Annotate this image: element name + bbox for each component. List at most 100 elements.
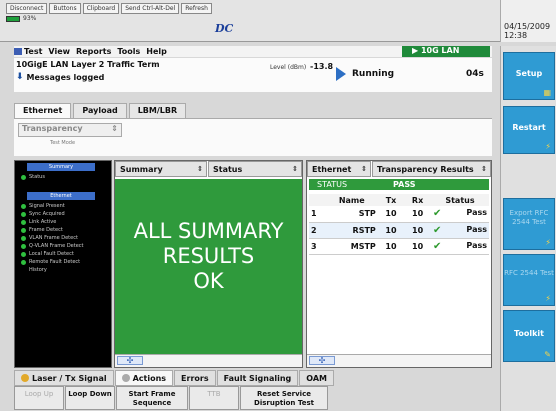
- start-frame-sequence-button[interactable]: Start Frame Sequence: [116, 386, 188, 410]
- row-rx: 10: [404, 222, 431, 239]
- table-row: 1 STP 10 10 ✔ Pass: [309, 206, 489, 223]
- export-label: Export RFC 2544 Test: [509, 209, 549, 226]
- tab-errors[interactable]: Errors: [174, 370, 216, 386]
- clipboard-button[interactable]: Clipboard: [82, 3, 120, 14]
- column-header-tx: Tx: [377, 194, 405, 206]
- test-mode-value: Transparency: [22, 124, 83, 133]
- scrollbar[interactable]: ✣: [307, 354, 491, 367]
- app-icon: [14, 48, 22, 55]
- buttons-button[interactable]: Buttons: [49, 3, 81, 14]
- summary-category-select[interactable]: Status ⇕: [208, 161, 302, 177]
- tab-ethernet[interactable]: Ethernet: [14, 103, 72, 118]
- table-header-row: Name Tx Rx Status: [309, 194, 489, 206]
- row-index: 3: [309, 238, 326, 255]
- status-led-label: Status: [29, 174, 45, 180]
- results-panel: Ethernet ⇕ Transparency Results ⇕ STATUS…: [306, 160, 492, 368]
- export-rfc2544-button[interactable]: Export RFC 2544 Test ⚡: [503, 198, 555, 250]
- setup-button[interactable]: Setup ▦: [503, 52, 555, 100]
- check-icon: ✔: [432, 240, 442, 252]
- led-row: Signal Present: [21, 203, 65, 209]
- send-ctrl-alt-del-button[interactable]: Send Ctrl-Alt-Del: [121, 3, 180, 14]
- led-row: Local Fault Detect: [21, 251, 74, 257]
- tab-lbm-lbr[interactable]: LBM/LBR: [128, 103, 187, 118]
- loop-up-button[interactable]: Loop Up: [14, 386, 64, 410]
- menu-reports[interactable]: Reports: [76, 47, 111, 56]
- rfc2544-test-button[interactable]: RFC 2544 Test ⚡: [503, 254, 555, 306]
- summary-group-select[interactable]: Summary ⇕: [115, 161, 207, 177]
- toolkit-button[interactable]: Toolkit ✎: [503, 310, 555, 362]
- scrollbar[interactable]: ✣: [115, 354, 302, 367]
- scroll-arrows-icon[interactable]: ✣: [117, 356, 143, 365]
- rfc-label: RFC 2544 Test: [504, 269, 554, 277]
- led-label: Sync Acquired: [29, 211, 65, 217]
- level-label: Level (dBm): [270, 64, 307, 71]
- interface-badge: ▶ 10G LAN: [402, 46, 490, 57]
- battery-level: 93%: [23, 15, 37, 22]
- tab-actions[interactable]: Actions: [114, 370, 174, 386]
- scroll-arrows-icon[interactable]: ✣: [309, 356, 335, 365]
- table-row: 3 MSTP 10 10 ✔ Pass: [309, 238, 489, 255]
- lightning-icon: ⚡: [545, 294, 551, 303]
- row-index: 1: [309, 206, 326, 223]
- tab-fault-signaling[interactable]: Fault Signaling: [216, 370, 299, 386]
- messages-log[interactable]: ⬇ Messages logged: [16, 72, 104, 82]
- row-status-label: Pass: [466, 224, 487, 234]
- test-title: 10GigE LAN Layer 2 Traffic Term: [16, 60, 160, 69]
- led-icon: [21, 259, 26, 265]
- results-group-value: Ethernet: [312, 165, 352, 174]
- row-name: STP: [325, 206, 378, 223]
- run-status: Running: [352, 69, 395, 79]
- status-led-row: Status: [21, 174, 45, 180]
- run-arrow-icon: [336, 67, 346, 81]
- ethernet-header: Ethernet: [27, 192, 95, 200]
- row-name: MSTP: [325, 238, 378, 255]
- laser-indicator-icon: [21, 374, 29, 382]
- tab-payload[interactable]: Payload: [73, 103, 127, 118]
- loop-down-button[interactable]: Loop Down: [65, 386, 115, 410]
- battery-indicator: 93%: [6, 15, 36, 22]
- led-label: Q-VLAN Frame Detect: [29, 243, 84, 249]
- results-category-select[interactable]: Transparency Results ⇕: [372, 161, 491, 177]
- led-icon: [21, 211, 26, 217]
- led-row: Sync Acquired: [21, 211, 65, 217]
- results-group-select[interactable]: Ethernet ⇕: [307, 161, 371, 177]
- tab-panel: Transparency ⇕ Test Mode: [14, 118, 492, 156]
- battery-icon: [6, 15, 20, 22]
- row-status: ✔ Pass: [430, 222, 489, 239]
- led-row: Q-VLAN Frame Detect: [21, 243, 84, 249]
- row-tx: 10: [377, 238, 405, 255]
- led-row: Remote Fault Detect: [21, 259, 80, 265]
- tab-label: Laser / Tx Signal: [32, 373, 107, 383]
- tab-oam[interactable]: OAM: [299, 370, 335, 386]
- restart-label: Restart: [512, 123, 546, 132]
- summary-line-2: RESULTS: [162, 244, 255, 268]
- menu-help[interactable]: Help: [146, 47, 167, 56]
- table-row: 2 RSTP 10 10 ✔ Pass: [309, 222, 489, 239]
- summary-header: Summary: [27, 163, 95, 171]
- restart-button[interactable]: Restart ⚡: [503, 106, 555, 154]
- menu-test[interactable]: Test: [24, 47, 42, 56]
- ttb-button[interactable]: TTB: [189, 386, 239, 410]
- test-mode-label: Test Mode: [50, 140, 76, 146]
- disconnect-button[interactable]: Disconnect: [6, 3, 48, 14]
- led-icon: [21, 235, 26, 241]
- test-status-row: 10GigE LAN Layer 2 Traffic Term ⬇ Messag…: [14, 58, 492, 92]
- refresh-button[interactable]: Refresh: [181, 3, 212, 14]
- menu-view[interactable]: View: [48, 47, 70, 56]
- led-label: Link Active: [29, 219, 57, 225]
- history-label: History: [29, 267, 47, 273]
- test-mode-select[interactable]: Transparency ⇕: [18, 123, 122, 137]
- tab-laser-tx-signal[interactable]: Laser / Tx Signal: [14, 370, 114, 386]
- results-table: Name Tx Rx Status 1 STP 10 10 ✔ Pass 2 R…: [309, 194, 489, 255]
- column-header-rx: Rx: [404, 194, 431, 206]
- level-value: -13.8: [310, 62, 334, 71]
- select-arrow-icon: ⇕: [481, 165, 487, 173]
- check-icon: ✔: [432, 208, 442, 220]
- row-index: 2: [309, 222, 326, 239]
- menu-tools[interactable]: Tools: [117, 47, 140, 56]
- reset-service-disruption-button[interactable]: Reset Service Disruption Test: [240, 386, 328, 410]
- history-row[interactable]: History: [29, 267, 47, 273]
- lightning-icon: ⚡: [545, 238, 551, 247]
- row-rx: 10: [404, 206, 431, 223]
- led-row: VLAN Frame Detect: [21, 235, 78, 241]
